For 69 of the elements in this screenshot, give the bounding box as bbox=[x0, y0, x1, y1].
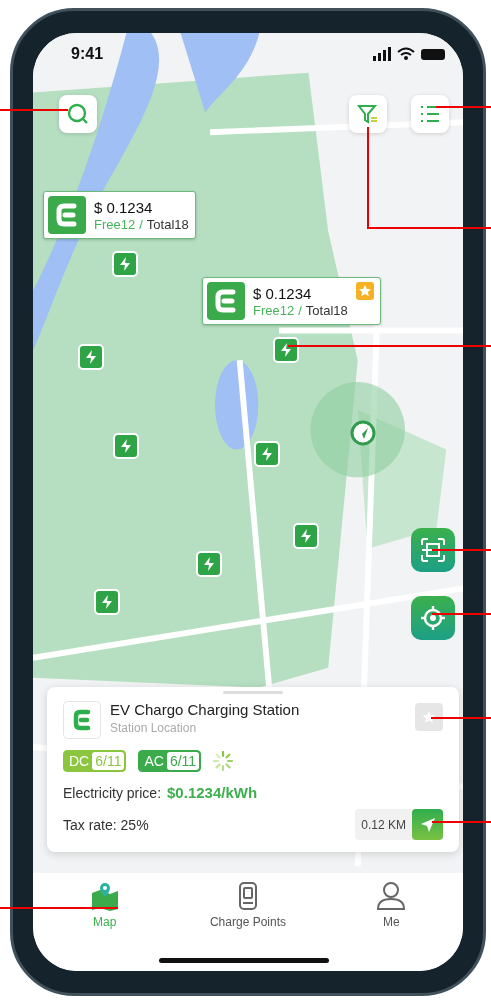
charging-pin[interactable] bbox=[78, 344, 104, 370]
lightning-icon bbox=[120, 439, 132, 453]
navigation-arrow-icon bbox=[419, 816, 436, 833]
locate-button[interactable] bbox=[411, 596, 455, 640]
list-button[interactable] bbox=[411, 95, 449, 133]
total-count: Total18 bbox=[305, 302, 348, 318]
scan-icon bbox=[420, 537, 446, 563]
lightning-icon bbox=[85, 350, 97, 364]
leader-line bbox=[430, 717, 491, 719]
lightning-icon bbox=[280, 343, 292, 357]
leader-line bbox=[435, 106, 491, 108]
price-callout[interactable]: $ 0.1234 Free12 / Total18 bbox=[202, 277, 381, 325]
charging-pin[interactable] bbox=[112, 251, 138, 277]
navigate-button[interactable] bbox=[412, 809, 443, 840]
distance-pill[interactable]: 0.12 KM bbox=[355, 809, 443, 840]
tax-rate-text: Tax rate: 25% bbox=[63, 816, 149, 833]
price-label: Electricity price: bbox=[63, 785, 162, 801]
leader-line bbox=[431, 549, 491, 551]
star-icon bbox=[421, 709, 437, 725]
lightning-icon bbox=[119, 257, 131, 271]
filter-icon bbox=[356, 102, 380, 126]
wifi-icon bbox=[397, 47, 415, 61]
charging-pin[interactable] bbox=[94, 589, 120, 615]
station-name: EV Chargo Charging Station bbox=[110, 701, 301, 718]
lightning-icon bbox=[300, 529, 312, 543]
charging-pin[interactable] bbox=[273, 337, 299, 363]
charging-pin[interactable] bbox=[254, 441, 280, 467]
leader-line bbox=[431, 821, 491, 823]
drag-handle[interactable] bbox=[223, 691, 283, 694]
station-card[interactable]: EV Chargo Charging Station Station Location DC 6/11 AC 6/11 Electricity price: $0.1234/kWh Tax rate: 25% 0.12 KM bbox=[47, 687, 459, 852]
status-time: 9:41 bbox=[71, 45, 104, 63]
battery-icon bbox=[421, 48, 445, 60]
signal-icon bbox=[373, 47, 391, 61]
leader-line bbox=[0, 109, 69, 111]
price-text: $ 0.1234 bbox=[94, 198, 154, 216]
price-value: $0.1234/kWh bbox=[167, 784, 258, 801]
location-marker-icon bbox=[350, 420, 376, 446]
logo-icon bbox=[63, 701, 101, 739]
me-tab[interactable]: Me bbox=[331, 881, 452, 929]
loading-spinner-icon bbox=[213, 751, 234, 771]
lightning-icon bbox=[203, 557, 215, 571]
connector-badge: AC 6/11 bbox=[138, 750, 202, 772]
logo-icon bbox=[48, 196, 86, 234]
charging-pin[interactable] bbox=[293, 523, 319, 549]
search-icon bbox=[66, 102, 90, 126]
distance-text: 0.12 KM bbox=[361, 817, 406, 832]
free-count: Free12 bbox=[94, 216, 136, 232]
station-location: Station Location bbox=[110, 721, 198, 735]
charging-pin[interactable] bbox=[196, 551, 222, 577]
connector-badge: DC 6/11 bbox=[63, 750, 127, 772]
scan-button[interactable] bbox=[411, 528, 455, 572]
separator-text: / bbox=[298, 302, 302, 318]
total-count: Total18 bbox=[146, 216, 189, 232]
charging-pin[interactable] bbox=[113, 433, 139, 459]
filter-button[interactable] bbox=[349, 95, 387, 133]
charge-points-tab[interactable]: Charge Points bbox=[188, 881, 308, 929]
leader-line bbox=[431, 613, 491, 615]
lightning-icon bbox=[101, 595, 113, 609]
lightning-icon bbox=[261, 447, 273, 461]
logo-icon bbox=[207, 282, 245, 320]
crosshair-icon bbox=[420, 605, 446, 631]
separator-text: / bbox=[139, 216, 143, 232]
favorite-button[interactable] bbox=[415, 703, 443, 731]
price-callout[interactable]: $ 0.1234 Free12 / Total18 bbox=[43, 191, 196, 239]
person-icon bbox=[376, 881, 407, 911]
free-count: Free12 bbox=[253, 302, 295, 318]
price-text: $ 0.1234 bbox=[253, 284, 313, 302]
map-icon bbox=[89, 881, 120, 911]
search-button[interactable] bbox=[59, 95, 97, 133]
